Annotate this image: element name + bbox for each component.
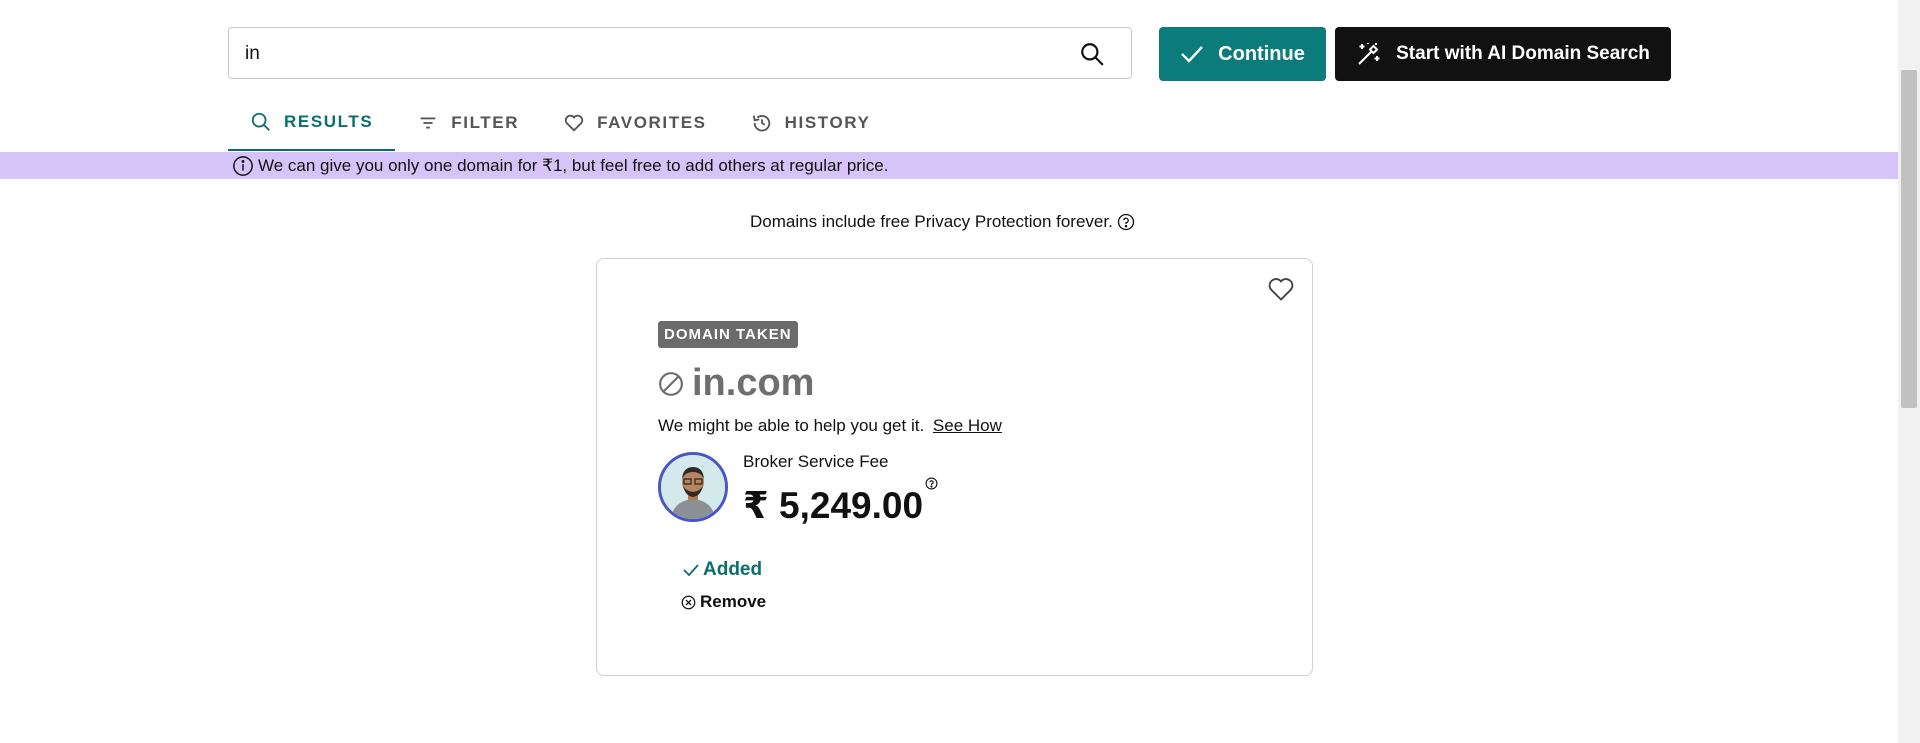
added-label: Added	[703, 559, 763, 580]
tab-favorites[interactable]: FAVORITES	[541, 95, 729, 151]
ai-domain-search-label: Start with AI Domain Search	[1396, 43, 1650, 64]
broker-avatar	[658, 452, 728, 522]
tab-results-label: RESULTS	[284, 112, 374, 131]
broker-fee-label: Broker Service Fee	[743, 452, 889, 471]
results-tabs: RESULTS FILTER FAVORITES HISTORY	[228, 95, 892, 151]
search-icon	[251, 112, 270, 131]
filter-icon	[420, 117, 436, 129]
continue-button[interactable]: Continue	[1159, 27, 1326, 81]
domain-search-input[interactable]	[243, 28, 1067, 80]
tab-results[interactable]: RESULTS	[228, 95, 396, 151]
domain-name-row: in.com	[658, 362, 814, 405]
info-icon	[233, 155, 253, 176]
domain-result-card: DOMAIN TAKEN in.com We might be able to …	[596, 258, 1313, 676]
continue-button-label: Continue	[1218, 42, 1305, 65]
scrollbar-thumb[interactable]	[1901, 70, 1917, 408]
checkmark-icon	[1181, 46, 1204, 63]
search-icon[interactable]	[1079, 41, 1105, 67]
unavailable-icon	[659, 371, 683, 396]
domain-name: in.com	[692, 362, 815, 404]
added-status: Added	[683, 559, 762, 581]
ai-domain-search-button[interactable]: Start with AI Domain Search	[1335, 27, 1671, 81]
tab-filter-label: FILTER	[451, 113, 520, 132]
broker-fee-price: ₹ 5,249.00	[743, 485, 924, 526]
remove-label: Remove	[700, 592, 767, 611]
help-icon[interactable]	[1117, 213, 1135, 231]
broker-portrait-icon	[661, 455, 725, 519]
domain-search-box	[228, 27, 1132, 80]
magic-wand-icon	[1358, 43, 1380, 65]
remove-button[interactable]: Remove	[681, 592, 766, 612]
history-icon	[752, 114, 770, 132]
tab-favorites-label: FAVORITES	[597, 113, 707, 132]
favorite-heart-icon[interactable]	[1267, 275, 1295, 303]
tab-history[interactable]: HISTORY	[729, 95, 893, 151]
broker-help-label: We might be able to help you get it.	[658, 416, 925, 435]
promo-banner: We can give you only one domain for ₹1, …	[0, 152, 1898, 179]
privacy-note-text: Domains include free Privacy Protection …	[750, 212, 1113, 231]
promo-banner-text: We can give you only one domain for ₹1, …	[258, 155, 889, 175]
page-scrollbar[interactable]	[1898, 0, 1920, 743]
checkmark-icon	[683, 564, 699, 577]
heart-icon	[564, 114, 584, 132]
broker-help-text: We might be able to help you get it. See…	[658, 416, 1002, 436]
see-how-link[interactable]: See How	[933, 416, 1002, 435]
domain-taken-badge: DOMAIN TAKEN	[658, 321, 798, 348]
tab-filter[interactable]: FILTER	[395, 95, 541, 151]
tab-history-label: HISTORY	[784, 113, 871, 132]
fee-help-icon[interactable]	[925, 477, 938, 490]
privacy-note: Domains include free Privacy Protection …	[750, 212, 1135, 232]
close-circle-icon	[681, 595, 696, 609]
